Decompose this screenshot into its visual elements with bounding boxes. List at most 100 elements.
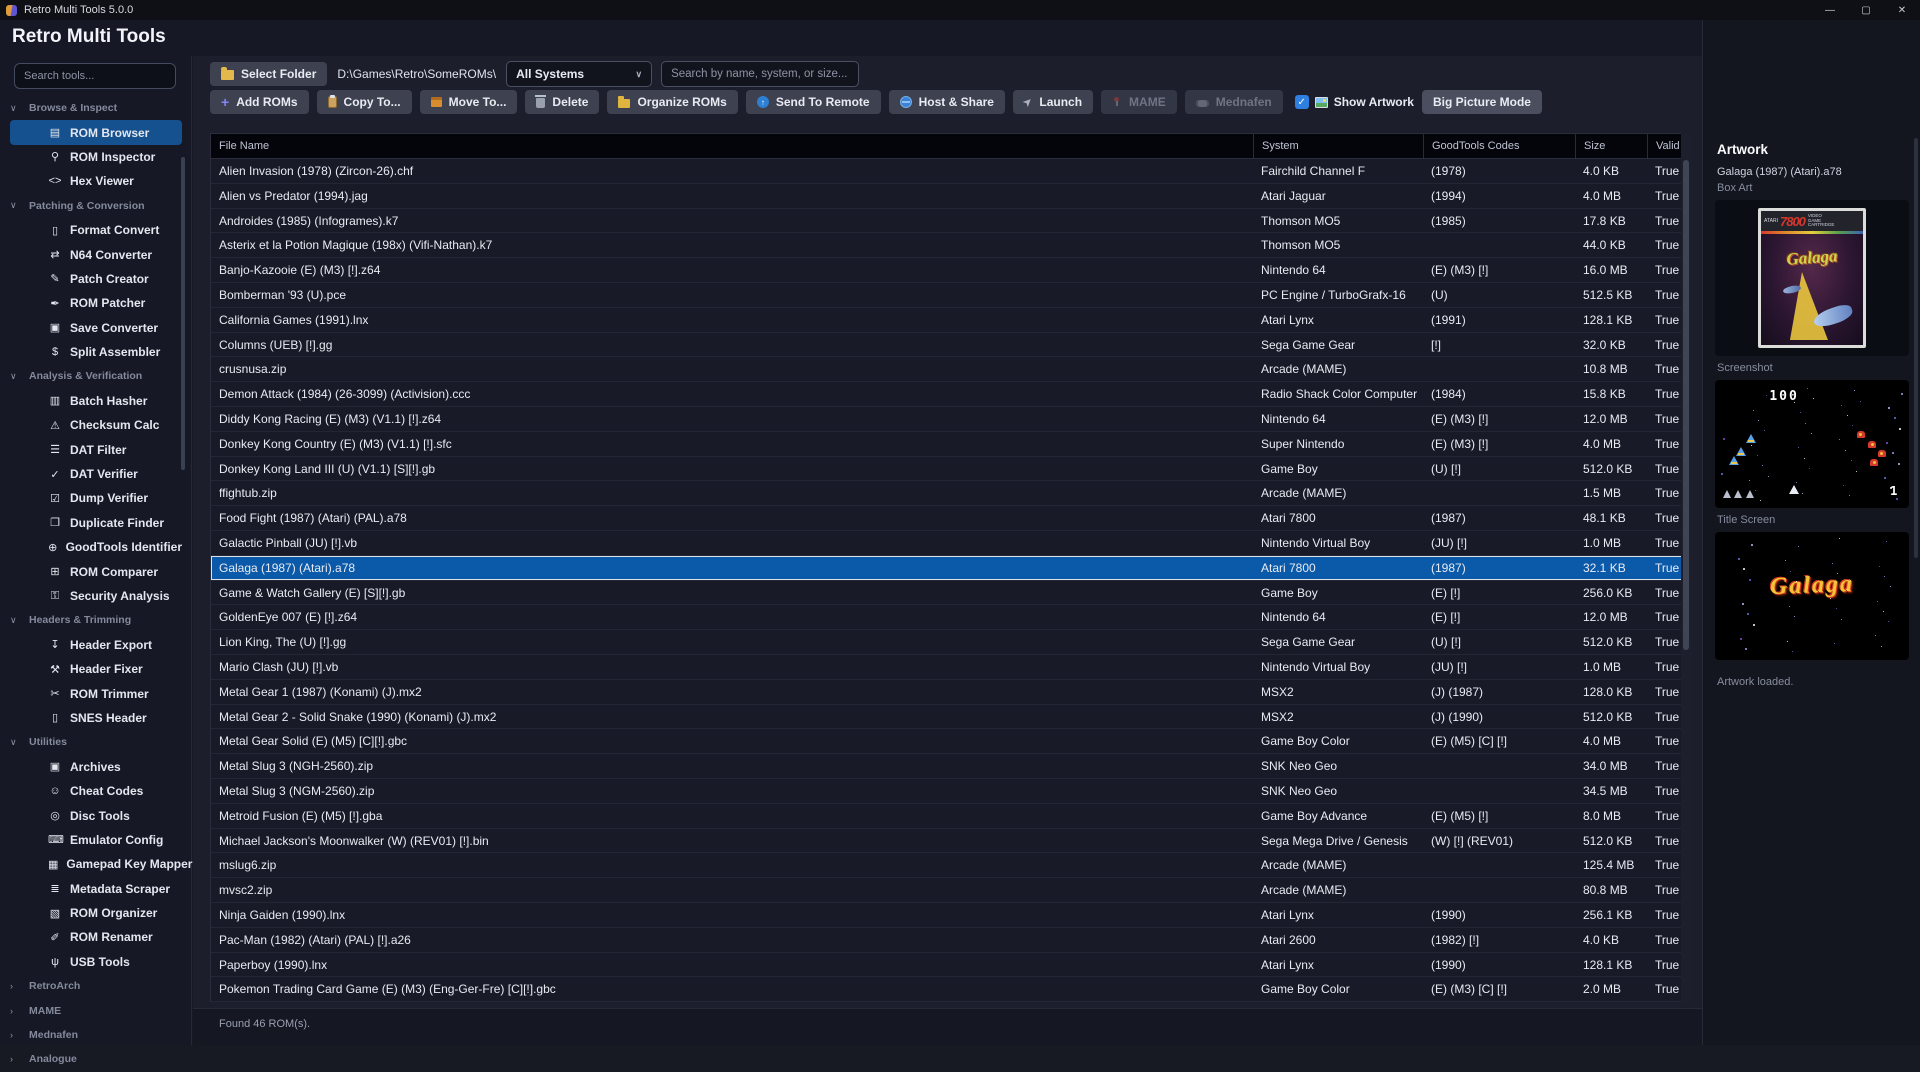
add-roms-button[interactable]: +Add ROMs bbox=[210, 90, 309, 114]
table-row[interactable]: mvsc2.zipArcade (MAME)80.8 MBTrue bbox=[211, 878, 1689, 903]
sidebar-item-gamepad-key-mapper[interactable]: ▦Gamepad Key Mapper bbox=[10, 852, 182, 876]
sidebar-item-rom-organizer[interactable]: ▧ROM Organizer bbox=[10, 901, 182, 925]
sidebar-item-rom-browser[interactable]: ▤ROM Browser bbox=[10, 120, 182, 144]
sidebar-item-dump-verifier[interactable]: ☑Dump Verifier bbox=[10, 486, 182, 510]
column-header-system[interactable]: System bbox=[1253, 134, 1423, 158]
column-header-file-name[interactable]: File Name bbox=[211, 134, 1253, 158]
mednafen-button[interactable]: Mednafen bbox=[1185, 90, 1283, 114]
table-row[interactable]: Donkey Kong Country (E) (M3) (V1.1) [!].… bbox=[211, 432, 1689, 457]
sidebar-item-header-fixer[interactable]: ⚒Header Fixer bbox=[10, 657, 182, 681]
table-row[interactable]: Donkey Kong Land III (U) (V1.1) [S][!].g… bbox=[211, 457, 1689, 482]
artwork-scrollbar-thumb[interactable] bbox=[1914, 138, 1918, 558]
column-header-size[interactable]: Size bbox=[1575, 134, 1647, 158]
tool-search-input[interactable] bbox=[14, 63, 176, 89]
show-artwork-checkbox[interactable]: ✓ bbox=[1295, 95, 1309, 109]
sidebar-item-checksum-calc[interactable]: ⚠Checksum Calc bbox=[10, 413, 182, 437]
sidebar-item-emulator-config[interactable]: ⌨Emulator Config bbox=[10, 828, 182, 852]
table-row[interactable]: Metal Gear 1 (1987) (Konami) (J).mx2MSX2… bbox=[211, 680, 1689, 705]
minimize-button[interactable]: — bbox=[1812, 0, 1848, 20]
sidebar-section-analysis-verification[interactable]: ∨Analysis & Verification bbox=[0, 364, 186, 388]
sidebar-item-split-assembler[interactable]: $Split Assembler bbox=[10, 340, 182, 364]
sidebar-item-rom-patcher[interactable]: ✒ROM Patcher bbox=[10, 291, 182, 315]
send-to-remote-button[interactable]: ↑Send To Remote bbox=[746, 90, 881, 114]
table-row[interactable]: Metal Gear 2 - Solid Snake (1990) (Konam… bbox=[211, 705, 1689, 730]
sidebar-section-browse-inspect[interactable]: ∨Browse & Inspect bbox=[0, 96, 186, 120]
sidebar-item-batch-hasher[interactable]: ▥Batch Hasher bbox=[10, 389, 182, 413]
table-row[interactable]: Metroid Fusion (E) (M5) [!].gbaGame Boy … bbox=[211, 804, 1689, 829]
table-row[interactable]: Columns (UEB) [!].ggSega Game Gear[!]32.… bbox=[211, 333, 1689, 358]
system-filter-dropdown[interactable]: All Systems ∨ bbox=[506, 61, 652, 87]
sidebar-item-duplicate-finder[interactable]: ❐Duplicate Finder bbox=[10, 511, 182, 535]
table-row[interactable]: Metal Gear Solid (E) (M5) [C][!].gbcGame… bbox=[211, 729, 1689, 754]
sidebar-section-mame[interactable]: ›MAME bbox=[0, 998, 186, 1022]
table-row[interactable]: Galaga (1987) (Atari).a78Atari 7800(1987… bbox=[211, 556, 1689, 581]
sidebar-item-format-convert[interactable]: ▯Format Convert bbox=[10, 218, 182, 242]
table-row[interactable]: Banjo-Kazooie (E) (M3) [!].z64Nintendo 6… bbox=[211, 258, 1689, 283]
table-row[interactable]: Galactic Pinball (JU) [!].vbNintendo Vir… bbox=[211, 531, 1689, 556]
sidebar-section-retroarch[interactable]: ›RetroArch bbox=[0, 974, 186, 998]
sidebar-item-n64-converter[interactable]: ⇄N64 Converter bbox=[10, 242, 182, 266]
sidebar-item-patch-creator[interactable]: ✎Patch Creator bbox=[10, 267, 182, 291]
rom-search-input[interactable] bbox=[661, 61, 859, 87]
table-scrollbar-track[interactable] bbox=[1681, 133, 1691, 1002]
sidebar-section-analogue[interactable]: ›Analogue bbox=[0, 1047, 186, 1071]
sidebar-section-mednafen[interactable]: ›Mednafen bbox=[0, 1023, 186, 1047]
table-row[interactable]: Metal Slug 3 (NGM-2560).zipSNK Neo Geo34… bbox=[211, 779, 1689, 804]
table-row[interactable]: California Games (1991).lnxAtari Lynx(19… bbox=[211, 308, 1689, 333]
sidebar-item-dat-verifier[interactable]: ✓DAT Verifier bbox=[10, 462, 182, 486]
table-row[interactable]: Alien Invasion (1978) (Zircon-26).chfFai… bbox=[211, 159, 1689, 184]
table-row[interactable]: Michael Jackson's Moonwalker (W) (REV01)… bbox=[211, 829, 1689, 854]
sidebar-section-patching-conversion[interactable]: ∨Patching & Conversion bbox=[0, 194, 186, 218]
table-row[interactable]: Asterix et la Potion Magique (198x) (Vif… bbox=[211, 233, 1689, 258]
sidebar-item-goodtools-identifier[interactable]: ⊕GoodTools Identifier bbox=[10, 535, 182, 559]
sidebar-section-utilities[interactable]: ∨Utilities bbox=[0, 730, 186, 754]
sidebar-item-rom-inspector[interactable]: ⚲ROM Inspector bbox=[10, 145, 182, 169]
table-row[interactable]: mslug6.zipArcade (MAME)125.4 MBTrue bbox=[211, 853, 1689, 878]
table-row[interactable]: Diddy Kong Racing (E) (M3) (V1.1) [!].z6… bbox=[211, 407, 1689, 432]
sidebar-item-rom-trimmer[interactable]: ✂ROM Trimmer bbox=[10, 681, 182, 705]
table-row[interactable]: Alien vs Predator (1994).jagAtari Jaguar… bbox=[211, 184, 1689, 209]
table-row[interactable]: crusnusa.zipArcade (MAME)10.8 MBTrue bbox=[211, 357, 1689, 382]
move-to-button[interactable]: Move To... bbox=[420, 90, 518, 114]
table-row[interactable]: Game & Watch Gallery (E) [S][!].gbGame B… bbox=[211, 581, 1689, 606]
sidebar-item-usb-tools[interactable]: ψUSB Tools bbox=[10, 950, 182, 974]
sidebar-item-snes-header[interactable]: ▯SNES Header bbox=[10, 706, 182, 730]
table-row[interactable]: Pokemon Trading Card Game (E) (M3) (Eng-… bbox=[211, 977, 1689, 1002]
sidebar-item-metadata-scraper[interactable]: ≣Metadata Scraper bbox=[10, 877, 182, 901]
launch-button[interactable]: ➤Launch bbox=[1013, 90, 1093, 114]
sidebar-item-header-export[interactable]: ↧Header Export bbox=[10, 633, 182, 657]
close-button[interactable]: ✕ bbox=[1884, 0, 1920, 20]
select-folder-button[interactable]: Select Folder bbox=[210, 62, 327, 86]
sidebar-item-rom-comparer[interactable]: ⊞ROM Comparer bbox=[10, 559, 182, 583]
copy-to-button[interactable]: Copy To... bbox=[317, 90, 412, 114]
table-row[interactable]: Paperboy (1990).lnxAtari Lynx(1990)128.1… bbox=[211, 953, 1689, 978]
sidebar-item-security-analysis[interactable]: ⚿Security Analysis bbox=[10, 584, 182, 608]
column-header-goodtools-codes[interactable]: GoodTools Codes bbox=[1423, 134, 1575, 158]
sidebar-item-rom-renamer[interactable]: ✐ROM Renamer bbox=[10, 925, 182, 949]
sidebar-section-headers-trimming[interactable]: ∨Headers & Trimming bbox=[0, 608, 186, 632]
table-row[interactable]: GoldenEye 007 (E) [!].z64Nintendo 64(E) … bbox=[211, 605, 1689, 630]
table-row[interactable]: Pac-Man (1982) (Atari) (PAL) [!].a26Atar… bbox=[211, 928, 1689, 953]
host-share-button[interactable]: Host & Share bbox=[889, 90, 1005, 114]
sidebar-item-disc-tools[interactable]: ◎Disc Tools bbox=[10, 803, 182, 827]
table-row[interactable]: Ninja Gaiden (1990).lnxAtari Lynx(1990)2… bbox=[211, 903, 1689, 928]
table-row[interactable]: Mario Clash (JU) [!].vbNintendo Virtual … bbox=[211, 655, 1689, 680]
table-row[interactable]: ffightub.zipArcade (MAME)1.5 MBTrue bbox=[211, 481, 1689, 506]
sidebar-item-archives[interactable]: ▣Archives bbox=[10, 755, 182, 779]
table-scrollbar-thumb[interactable] bbox=[1683, 160, 1689, 650]
organize-roms-button[interactable]: Organize ROMs bbox=[607, 90, 737, 114]
sidebar-item-cheat-codes[interactable]: ☺Cheat Codes bbox=[10, 779, 182, 803]
table-row[interactable]: Metal Slug 3 (NGH-2560).zipSNK Neo Geo34… bbox=[211, 754, 1689, 779]
maximize-button[interactable]: ▢ bbox=[1848, 0, 1884, 20]
sidebar-item-save-converter[interactable]: ▣Save Converter bbox=[10, 316, 182, 340]
table-row[interactable]: Food Fight (1987) (Atari) (PAL).a78Atari… bbox=[211, 506, 1689, 531]
table-row[interactable]: Lion King, The (U) [!].ggSega Game Gear(… bbox=[211, 630, 1689, 655]
sidebar-scrollbar-thumb[interactable] bbox=[181, 157, 185, 470]
mame-button[interactable]: MAME bbox=[1101, 90, 1177, 114]
sidebar-item-dat-filter[interactable]: ☰DAT Filter bbox=[10, 437, 182, 461]
table-row[interactable]: Bomberman '93 (U).pcePC Engine / TurboGr… bbox=[211, 283, 1689, 308]
sidebar-item-hex-viewer[interactable]: <>Hex Viewer bbox=[10, 169, 182, 193]
delete-button[interactable]: Delete bbox=[525, 90, 599, 114]
big-picture-mode-button[interactable]: Big Picture Mode bbox=[1422, 90, 1542, 114]
table-row[interactable]: Demon Attack (1984) (26-3099) (Activisio… bbox=[211, 382, 1689, 407]
